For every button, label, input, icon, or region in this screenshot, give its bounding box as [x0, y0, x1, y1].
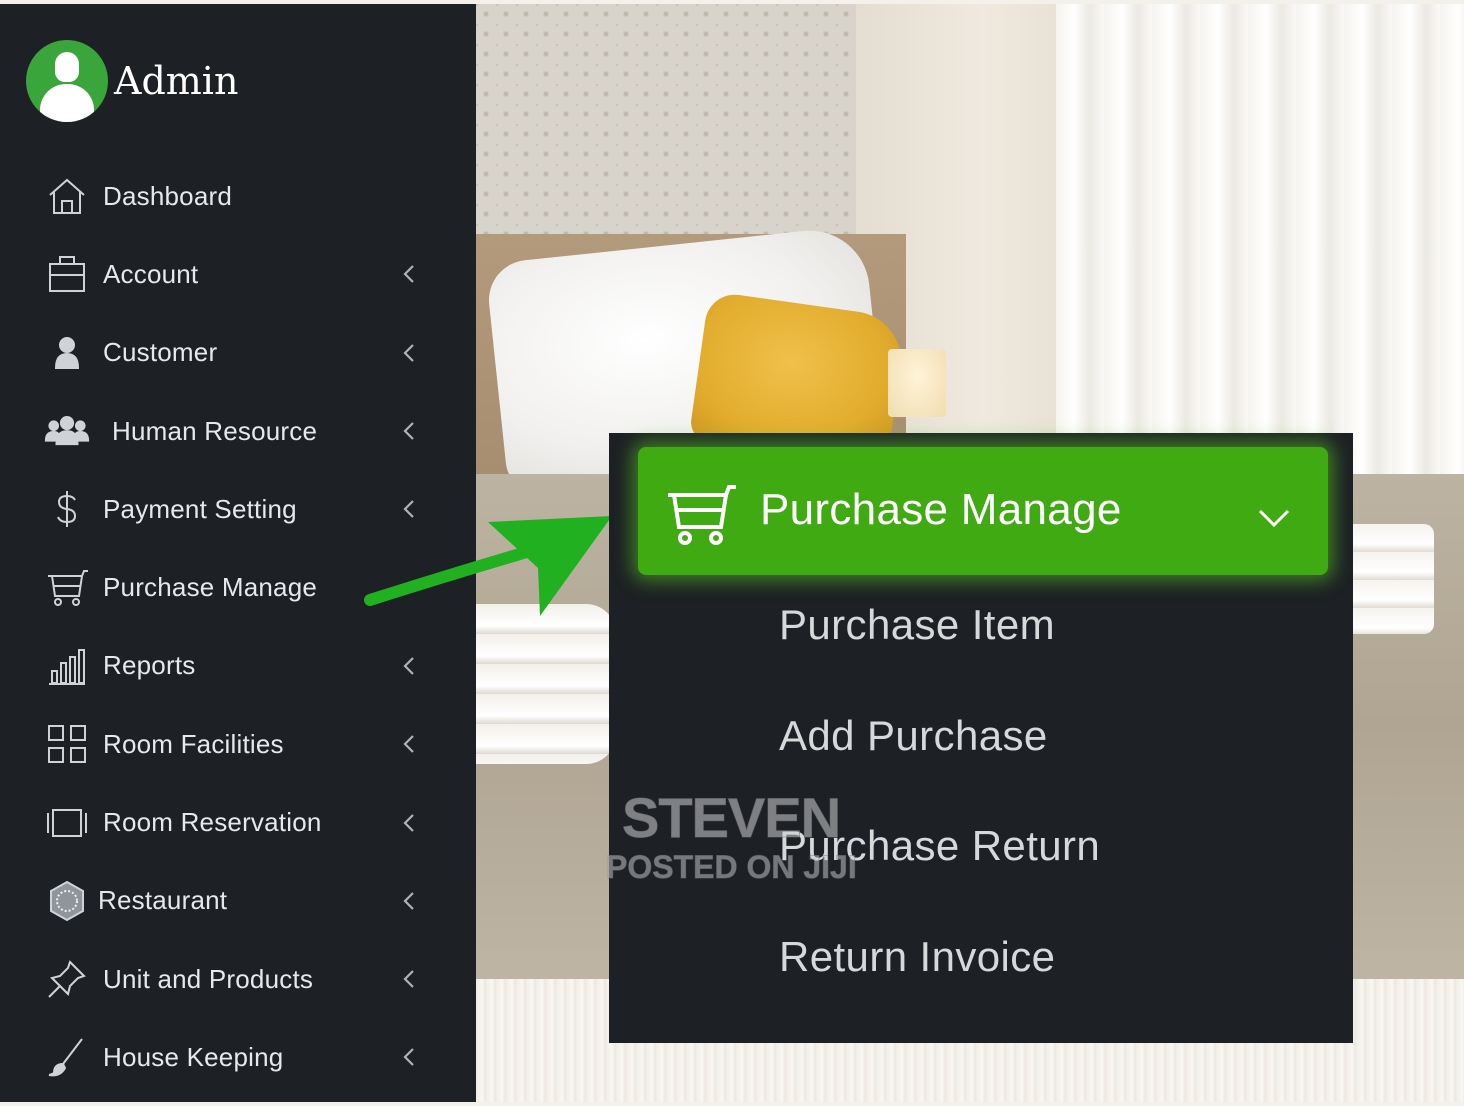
sidebar-item-unit-and-products[interactable]: Unit and Products	[44, 940, 444, 1018]
cart-icon	[44, 565, 90, 611]
cart-icon	[666, 483, 738, 547]
purchase-submenu-zoom: Purchase Manage Purchase Item Add Purcha…	[609, 433, 1353, 1043]
chevron-left-icon	[398, 811, 422, 835]
sidebar-item-label: Room Reservation	[103, 807, 322, 838]
sidebar-item-label: Payment Setting	[103, 493, 297, 524]
sidebar-item-account[interactable]: Account	[44, 235, 444, 313]
sidebar-item-label: Dashboard	[103, 180, 232, 211]
chevron-left-icon	[398, 732, 422, 756]
submenu-purchase-item[interactable]: Purchase Item	[779, 601, 1100, 712]
chevron-left-icon	[398, 341, 422, 365]
avatar[interactable]	[26, 40, 108, 122]
sidebar-item-label: Customer	[103, 337, 218, 368]
briefcase-icon	[44, 251, 90, 297]
dollar-icon	[44, 486, 90, 532]
watermark-caption: POSTED ON JIJI	[606, 849, 858, 886]
sidebar-item-dashboard[interactable]: Dashboard	[44, 157, 444, 235]
pin-icon	[44, 956, 90, 1002]
submenu-return-invoice[interactable]: Return Invoice	[779, 933, 1100, 1044]
profile: Admin	[26, 40, 238, 122]
chevron-left-icon	[398, 889, 422, 913]
sidebar-menu: Dashboard Account Customer Human Resourc…	[44, 157, 444, 1097]
sidebar-item-customer[interactable]: Customer	[44, 314, 444, 392]
pointer-arrow	[364, 516, 612, 616]
sidebar-item-human-resource[interactable]: Human Resource	[44, 392, 444, 470]
sidebar-item-label: Unit and Products	[103, 963, 314, 994]
chevron-left-icon	[398, 262, 422, 286]
home-icon	[44, 173, 90, 219]
brush-icon	[44, 1034, 90, 1080]
profile-name: Admin	[114, 59, 239, 103]
lamp	[888, 349, 946, 417]
chevron-left-icon	[398, 1045, 422, 1069]
sidebar-item-room-facilities[interactable]: Room Facilities	[44, 705, 444, 783]
sidebar-item-room-reservation[interactable]: Room Reservation	[44, 783, 444, 861]
sidebar-item-restaurant[interactable]: Restaurant	[44, 862, 444, 940]
user-icon	[44, 330, 90, 376]
sidebar-item-house-keeping[interactable]: House Keeping	[44, 1018, 444, 1096]
sidebar-item-label: Reports	[103, 650, 196, 681]
wallpaper	[476, 4, 856, 254]
tablet-icon	[44, 800, 90, 846]
sidebar-item-label: Account	[103, 258, 199, 289]
bar-chart-icon	[44, 643, 90, 689]
purchase-manage-header[interactable]: Purchase Manage	[638, 447, 1328, 575]
chevron-down-icon	[1254, 503, 1294, 531]
sidebar-item-label: Human Resource	[112, 415, 318, 446]
watermark-name: STEVEN	[621, 786, 841, 850]
restaurant-icon	[44, 878, 90, 924]
purchase-manage-title: Purchase Manage	[760, 485, 1122, 534]
sidebar-item-label: Purchase Manage	[103, 572, 318, 603]
sidebar-item-label: House Keeping	[103, 1041, 284, 1072]
chevron-left-icon	[398, 419, 422, 443]
sidebar-item-reports[interactable]: Reports	[44, 627, 444, 705]
chevron-left-icon	[398, 967, 422, 991]
sidebar-item-label: Restaurant	[98, 885, 228, 916]
grid-icon	[44, 721, 90, 767]
chevron-left-icon	[398, 654, 422, 678]
users-icon	[44, 408, 90, 454]
sidebar-item-label: Room Facilities	[103, 728, 284, 759]
towels-left	[476, 604, 616, 764]
